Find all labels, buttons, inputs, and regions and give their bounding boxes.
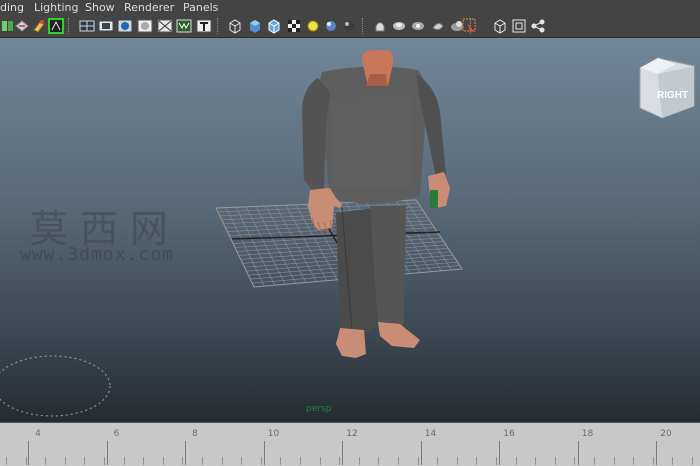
- timeline-minor-tick: [84, 457, 86, 465]
- safe-action-icon[interactable]: [176, 18, 192, 34]
- all-lights-icon[interactable]: [323, 18, 339, 34]
- timeline-minor-tick: [143, 457, 145, 465]
- menu-shading[interactable]: ding: [0, 0, 24, 15]
- character-model[interactable]: [302, 50, 450, 358]
- timeline-minor-tick: [162, 457, 164, 465]
- xray-components-icon[interactable]: [430, 18, 446, 34]
- safe-title-icon[interactable]: [196, 18, 212, 34]
- manipulator-ring: [0, 355, 111, 417]
- timeline-major-tick: [656, 441, 657, 465]
- toolbar-separator: [362, 18, 365, 34]
- use-default-light-icon[interactable]: [305, 18, 321, 34]
- timeline-minor-tick: [300, 457, 301, 465]
- image-plane-icon[interactable]: [48, 18, 64, 34]
- smooth-shade-icon[interactable]: [247, 18, 263, 34]
- watermark-url: www.3dmox.com: [20, 244, 174, 265]
- lock-camera-icon[interactable]: [14, 18, 30, 34]
- timeline-minor-tick: [633, 457, 635, 465]
- timeline-minor-tick: [319, 457, 321, 465]
- timeline-minor-tick: [202, 457, 203, 465]
- timeline-minor-tick: [280, 457, 282, 465]
- timeline-minor-tick: [241, 457, 243, 465]
- timeline-minor-tick: [692, 457, 693, 465]
- backface-culling-icon[interactable]: [492, 18, 508, 34]
- bookmark-icon[interactable]: [31, 18, 47, 34]
- timeline-minor-tick: [398, 457, 399, 465]
- viewcube-face-label: RIGHT: [657, 90, 688, 101]
- timeline-frame-label: 16: [503, 429, 515, 439]
- timeline-minor-tick: [613, 457, 615, 465]
- timeline-minor-tick: [64, 457, 66, 465]
- timeline-minor-tick: [339, 457, 341, 465]
- timeline-frame-label: 4: [35, 429, 41, 439]
- timeline-minor-tick: [182, 457, 184, 465]
- timeline-minor-tick: [417, 457, 419, 465]
- timeline-minor-tick: [378, 457, 380, 465]
- timeline-minor-tick: [25, 457, 27, 465]
- timeline-minor-tick: [476, 457, 478, 465]
- timeline-minor-tick: [456, 457, 458, 465]
- timeline-minor-tick: [515, 457, 517, 465]
- timeline-minor-tick: [260, 457, 262, 465]
- timeline-major-tick: [263, 441, 265, 465]
- smooth-wireframe-icon[interactable]: [511, 18, 527, 34]
- grid-toggle-icon[interactable]: [79, 18, 95, 34]
- timeline-frame-label: 6: [113, 429, 120, 439]
- menu-show[interactable]: Show: [85, 0, 115, 15]
- timeline-minor-tick: [535, 457, 537, 465]
- timeline-minor-tick: [594, 457, 595, 465]
- timeline-minor-tick: [358, 457, 360, 465]
- shadows-icon[interactable]: [341, 18, 357, 34]
- timeline-minor-tick: [554, 457, 556, 465]
- perspective-viewport[interactable]: 莫西网 www.3dmox.com RIGHT persp: [0, 38, 700, 422]
- timeline-frame-label: 8: [192, 429, 198, 439]
- timeline-major-tick: [499, 441, 500, 465]
- resolution-gate-icon[interactable]: [117, 18, 133, 34]
- timeline-minor-tick: [496, 457, 497, 465]
- toolbar-separator: [68, 18, 71, 34]
- xray-icon[interactable]: [391, 18, 407, 34]
- menu-panels[interactable]: Panels: [183, 0, 218, 15]
- timeline-minor-tick: [104, 457, 105, 465]
- timeline-minor-tick: [437, 457, 439, 465]
- timeline-frame-label: 14: [424, 429, 437, 439]
- viewcube[interactable]: RIGHT: [636, 56, 698, 126]
- timeline-minor-tick: [45, 457, 47, 465]
- camera-name-label: persp: [306, 404, 332, 414]
- wireframe-icon[interactable]: [227, 18, 243, 34]
- camera-tool-icon[interactable]: [462, 18, 478, 34]
- field-chart-icon[interactable]: [157, 18, 173, 34]
- timeline-major-tick: [577, 441, 579, 465]
- timeline-minor-tick: [652, 457, 654, 465]
- timeline-frame-label: 20: [660, 429, 672, 439]
- timeline-minor-tick: [574, 457, 576, 465]
- panel-menubar: ding Lighting Show Renderer Panels: [0, 0, 700, 15]
- timeline-frame-label: 10: [267, 429, 280, 439]
- timeline-major-tick: [28, 441, 29, 465]
- wireframe-on-shaded-icon[interactable]: [266, 18, 282, 34]
- timeline-frame-label: 12: [346, 429, 358, 439]
- toolbar-separator: [217, 18, 220, 34]
- timeline-major-tick: [420, 441, 422, 465]
- timeline-frame-label: 18: [581, 429, 594, 439]
- menu-renderer[interactable]: Renderer: [124, 0, 174, 15]
- timeline-major-tick: [342, 441, 343, 465]
- timeline-major-tick: [106, 441, 108, 465]
- timeline-minor-tick: [221, 457, 223, 465]
- timeline-minor-tick: [672, 457, 674, 465]
- node-editor-icon[interactable]: [530, 18, 546, 34]
- timeline-minor-tick: [123, 457, 125, 465]
- textured-icon[interactable]: [286, 18, 302, 34]
- menu-lighting[interactable]: Lighting: [34, 0, 78, 15]
- panel-toolbar: [0, 15, 700, 38]
- time-slider[interactable]: 4 6 8 10 12 14 16 18 20: [0, 422, 700, 466]
- film-gate-icon[interactable]: [98, 18, 114, 34]
- gate-mask-icon[interactable]: [137, 18, 153, 34]
- timeline-major-tick: [185, 441, 186, 465]
- xray-joints-icon[interactable]: [410, 18, 426, 34]
- isolate-select-icon[interactable]: [372, 18, 388, 34]
- timeline-minor-tick: [6, 457, 7, 465]
